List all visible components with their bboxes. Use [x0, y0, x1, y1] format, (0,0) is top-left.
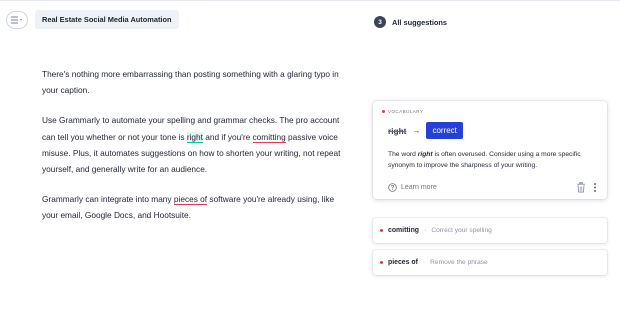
suggestions-header: 3 All suggestions: [374, 16, 447, 28]
top-divider: [0, 0, 620, 1]
learn-more-label: Learn more: [401, 184, 437, 191]
paragraph-text: Grammarly can integrate into many: [42, 194, 174, 205]
separator: ·: [422, 259, 426, 266]
hamburger-icon: [11, 16, 22, 24]
category-label: VOCABULARY: [388, 109, 424, 114]
suggestion-word: pieces of: [388, 259, 418, 266]
original-word: right: [388, 125, 407, 136]
description-text: The word: [388, 151, 418, 158]
alert-dot-icon: [382, 110, 385, 113]
highlighted-word-right[interactable]: right: [186, 131, 203, 143]
suggestion-card-collapsed[interactable]: comitting · Correct your spelling: [373, 218, 607, 243]
suggestions-count-badge: 3: [374, 16, 386, 28]
trash-icon[interactable]: [576, 182, 586, 193]
suggestion-hint: Correct your spelling: [431, 227, 492, 234]
paragraph-text: and if you're: [202, 131, 253, 142]
alert-dot-icon: [380, 229, 383, 232]
menu-button[interactable]: [6, 11, 28, 29]
underlined-word-comitting[interactable]: comitting: [252, 131, 286, 143]
replacement-row: right → correct: [388, 122, 463, 139]
suggestion-word: comitting: [388, 227, 420, 234]
paragraph-text: There's nothing more embarrassing than p…: [42, 69, 339, 96]
suggestions-header-label: All suggestions: [392, 17, 448, 27]
underlined-phrase-pieces-of[interactable]: pieces of: [173, 194, 208, 206]
paragraph[interactable]: There's nothing more embarrassing than p…: [42, 66, 352, 98]
paragraph[interactable]: Use Grammarly to automate your spelling …: [42, 112, 352, 177]
learn-more-link[interactable]: Learn more: [388, 183, 437, 192]
alert-dot-icon: [380, 261, 383, 264]
suggestion-category: VOCABULARY: [382, 109, 423, 114]
arrow-right-icon: →: [412, 126, 421, 135]
suggestion-hint: Remove the phrase: [430, 259, 488, 266]
more-options-icon[interactable]: [593, 182, 597, 193]
text-editor[interactable]: There's nothing more embarrassing than p…: [42, 66, 352, 238]
suggestion-description: The word right is often overused. Consid…: [388, 149, 600, 171]
separator: ·: [424, 227, 427, 234]
suggestion-card-vocabulary[interactable]: VOCABULARY right → correct The word righ…: [373, 101, 607, 199]
description-highlight-word: right: [417, 151, 433, 158]
suggestion-card-collapsed[interactable]: pieces of · Remove the phrase: [373, 250, 607, 275]
help-circle-icon: [388, 183, 397, 192]
paragraph[interactable]: Grammarly can integrate into many pieces…: [42, 191, 352, 223]
accept-replacement-button[interactable]: correct: [426, 122, 463, 139]
document-title[interactable]: Real Estate Social Media Automation: [35, 10, 179, 29]
